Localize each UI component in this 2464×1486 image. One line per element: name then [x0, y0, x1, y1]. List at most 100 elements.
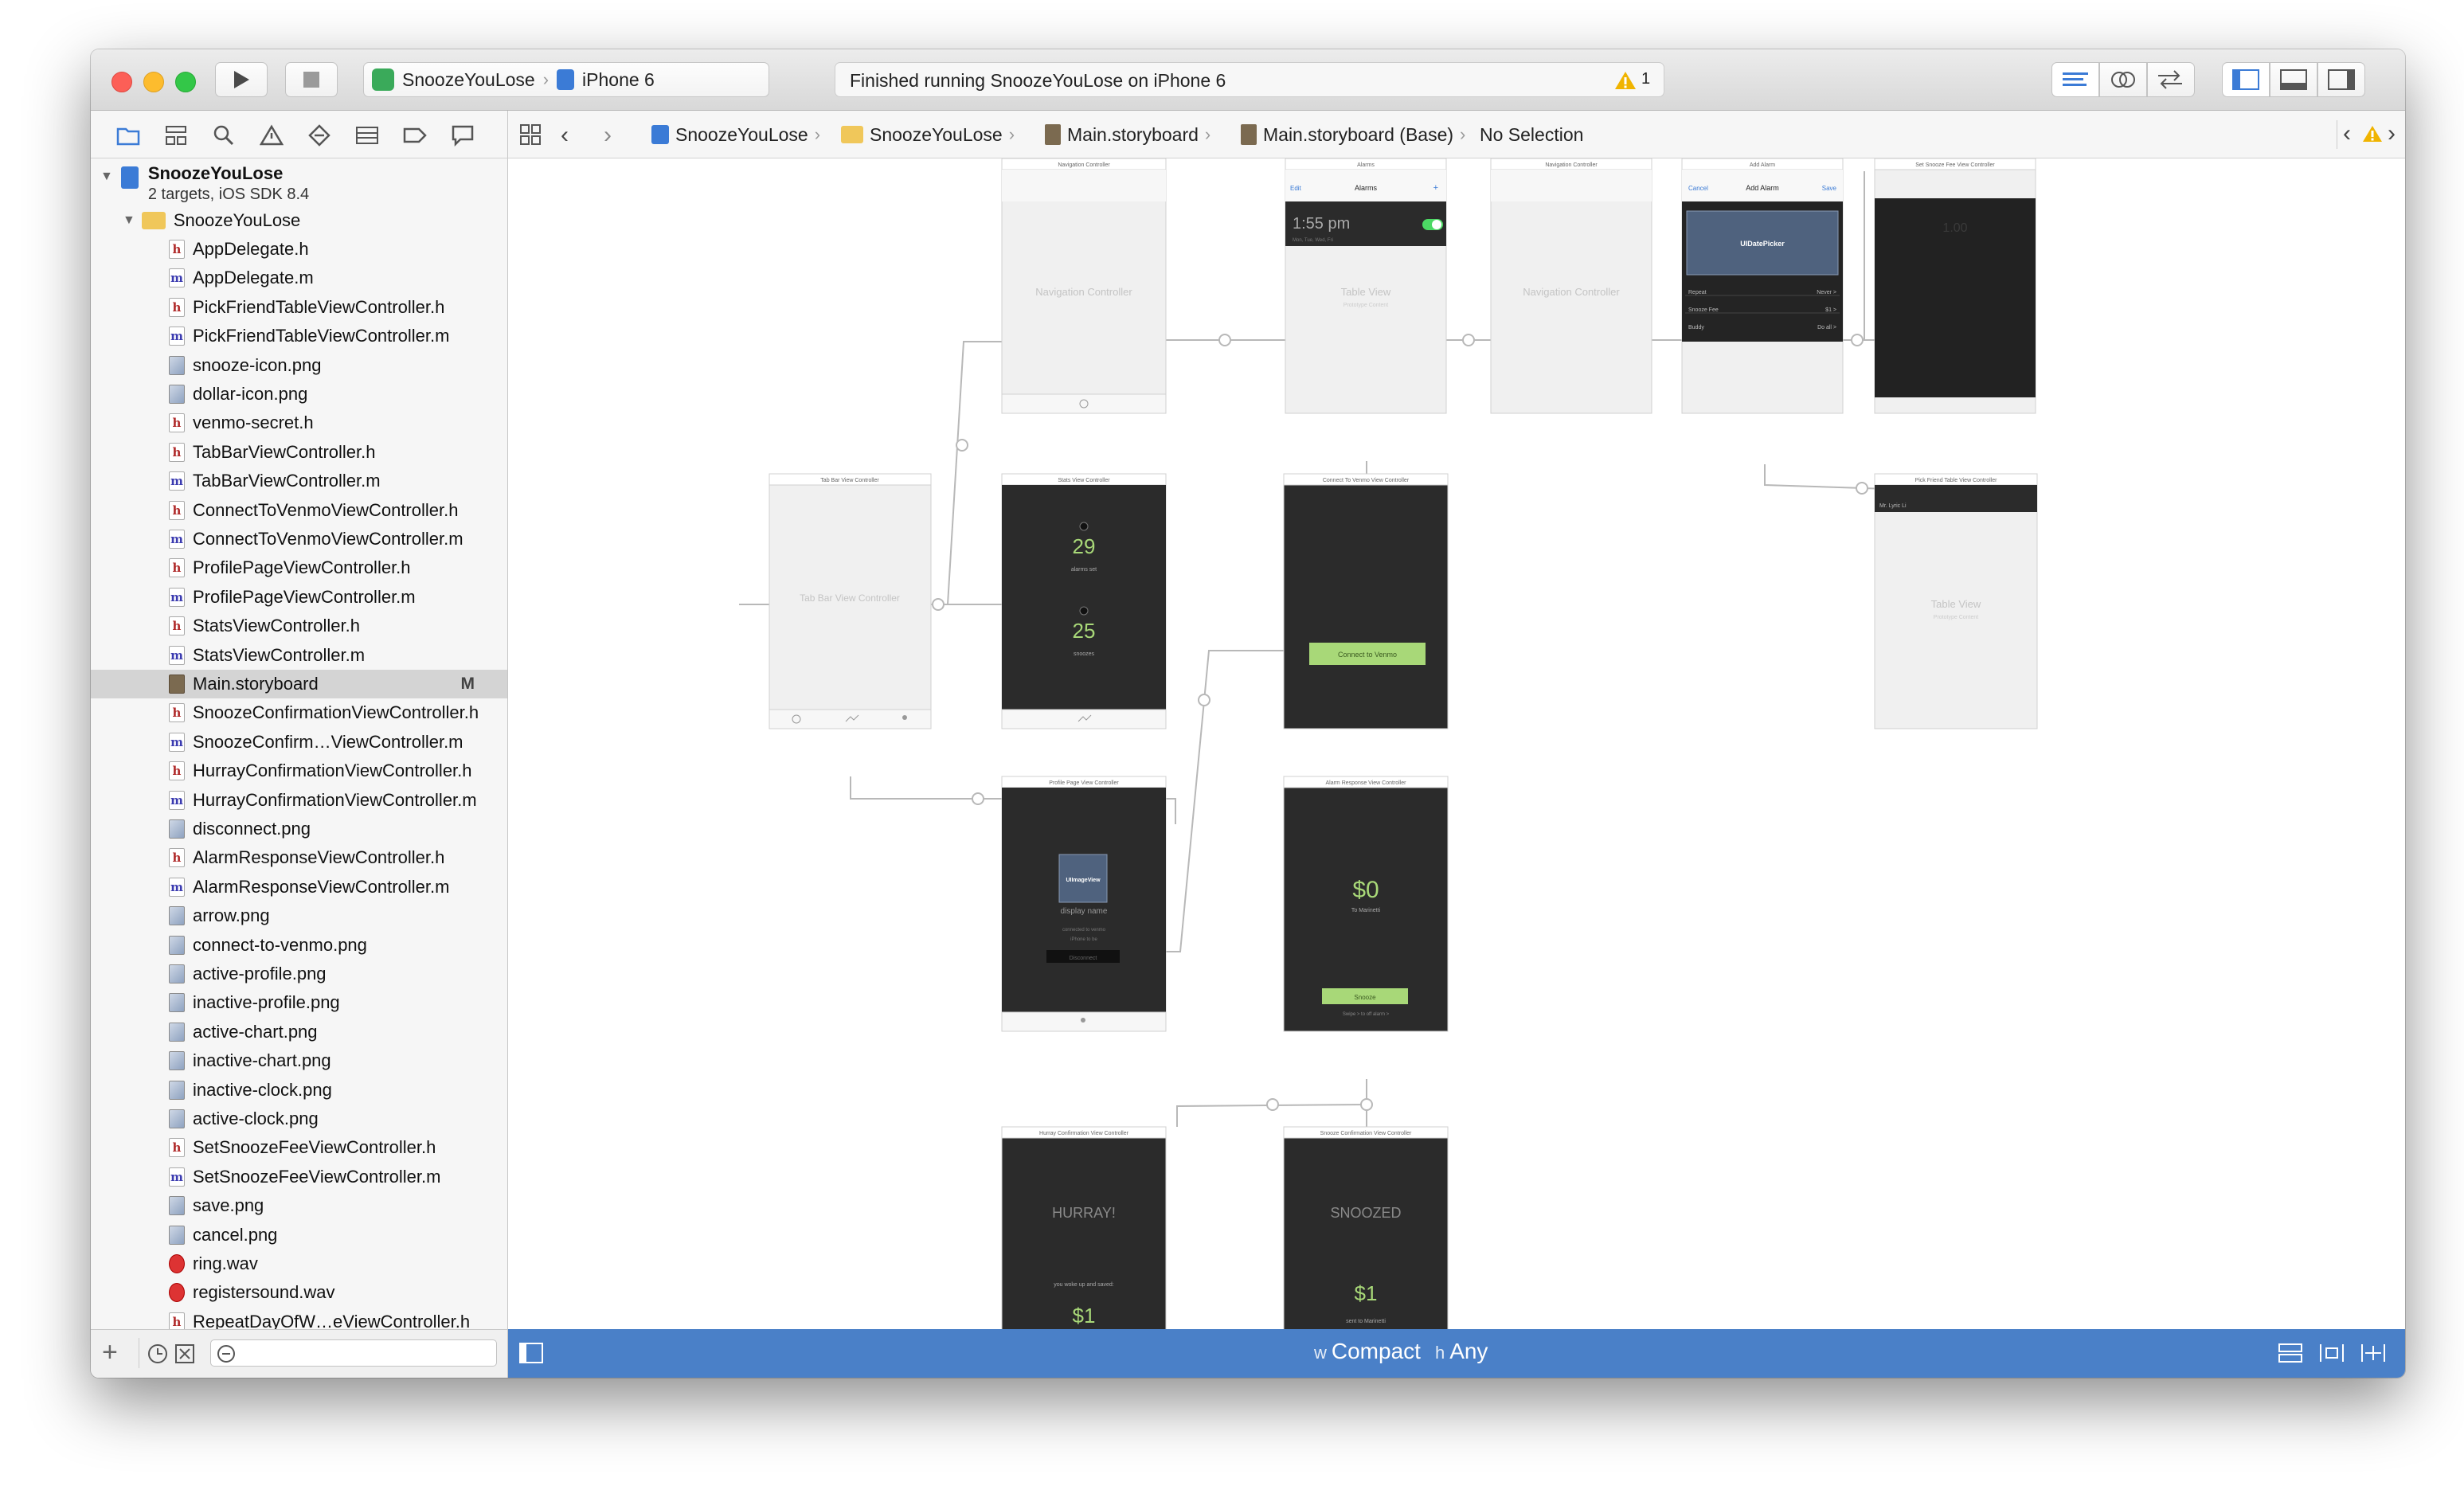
breakpoint-navigator-tab[interactable] — [401, 123, 428, 147]
scene-set-snooze-fee: Set Snooze Fee View Controller 1.00 — [1874, 158, 2036, 414]
file-row[interactable]: cancel.png — [91, 1221, 507, 1249]
toggle-utilities-button[interactable] — [2317, 62, 2365, 97]
image-file-icon — [169, 906, 185, 926]
filter-input[interactable] — [210, 1339, 497, 1367]
debug-navigator-tab[interactable] — [354, 123, 381, 147]
file-row[interactable]: Main.storyboard M — [91, 670, 507, 698]
file-row[interactable]: h TabBarViewController.h — [91, 438, 507, 467]
file-row-content: m SetSnoozeFeeViewController.m — [169, 1167, 440, 1187]
file-row[interactable]: m AlarmResponseViewController.m — [91, 873, 507, 901]
file-row[interactable]: h PickFriendTableViewController.h — [91, 293, 507, 322]
previous-issue-icon[interactable]: ‹ — [2343, 120, 2351, 147]
close-window-button[interactable] — [111, 72, 132, 92]
file-row[interactable]: registersound.wav — [91, 1278, 507, 1307]
file-row[interactable]: h AlarmResponseViewController.h — [91, 843, 507, 872]
project-navigator-tab[interactable] — [115, 123, 142, 147]
file-row[interactable]: arrow.png — [91, 901, 507, 930]
toggle-navigator-button[interactable] — [2222, 62, 2270, 97]
scene-pick-friend: Pick Friend Table View Controller Mr. Ly… — [1874, 473, 2038, 729]
stack-icon[interactable] — [2278, 1343, 2303, 1363]
file-row[interactable]: m ProfilePageViewController.m — [91, 583, 507, 612]
file-row-content: m TabBarViewController.m — [169, 471, 381, 491]
file-row[interactable]: active-clock.png — [91, 1105, 507, 1133]
file-row[interactable]: active-profile.png — [91, 960, 507, 988]
file-row[interactable]: h HurrayConfirmationViewController.h — [91, 757, 507, 785]
file-row[interactable]: h SetSnoozeFeeViewController.h — [91, 1133, 507, 1162]
file-name: connect-to-venmo.png — [193, 934, 367, 955]
scheme-target[interactable]: SnoozeYouLose — [402, 69, 535, 91]
related-items-button[interactable] — [519, 123, 542, 151]
file-row[interactable]: h RepeatDayOfW…eViewController.h — [91, 1308, 507, 1329]
file-row[interactable]: dollar-icon.png — [91, 380, 507, 409]
recent-files-clock-icon[interactable] — [147, 1343, 169, 1365]
pin-icon[interactable] — [2360, 1343, 2386, 1363]
breadcrumb-selection[interactable]: No Selection — [1480, 111, 1583, 158]
document-outline-toggle-icon[interactable] — [519, 1343, 543, 1363]
scene-title: Tab Bar View Controller — [820, 478, 879, 483]
source-control-filter-icon[interactable] — [174, 1343, 196, 1365]
file-row[interactable]: inactive-clock.png — [91, 1076, 507, 1105]
disclosure-triangle-icon[interactable]: ▼ — [100, 170, 113, 184]
file-name: PickFriendTableViewController.h — [193, 296, 445, 317]
file-row[interactable]: m TabBarViewController.m — [91, 467, 507, 495]
file-row[interactable]: inactive-chart.png — [91, 1046, 507, 1075]
file-row[interactable]: m SetSnoozeFeeViewController.m — [91, 1163, 507, 1191]
breadcrumb-storyboard[interactable]: Main.storyboard › — [1045, 111, 1210, 158]
toggle-debug-area-button[interactable] — [2270, 62, 2317, 97]
warning-icon[interactable] — [1614, 70, 1637, 91]
file-row[interactable]: m StatsViewController.m — [91, 641, 507, 670]
warning-count[interactable]: 1 — [1641, 70, 1650, 88]
assistant-editor-button[interactable] — [2099, 62, 2147, 97]
scheme-selector[interactable]: SnoozeYouLose › iPhone 6 — [363, 62, 769, 97]
breadcrumb-group[interactable]: SnoozeYouLose › — [841, 111, 1015, 158]
run-button[interactable] — [215, 62, 268, 97]
height-class: Any — [1449, 1339, 1488, 1363]
storyboard-canvas[interactable]: Navigation Controller Navigation Control… — [508, 158, 2405, 1329]
warning-icon[interactable] — [2362, 124, 2383, 143]
file-name: TabBarViewController.m — [193, 471, 381, 491]
align-icon[interactable] — [2319, 1343, 2345, 1363]
standard-editor-button[interactable] — [2051, 62, 2099, 97]
file-row[interactable]: m PickFriendTableViewController.m — [91, 322, 507, 350]
zoom-window-button[interactable] — [175, 72, 196, 92]
file-row[interactable]: save.png — [91, 1191, 507, 1220]
file-row[interactable]: m ConnectToVenmoViewController.m — [91, 525, 507, 553]
file-row[interactable]: connect-to-venmo.png — [91, 931, 507, 960]
file-row[interactable]: h SnoozeConfirmationViewController.h — [91, 698, 507, 727]
breadcrumb-storyboard-base[interactable]: Main.storyboard (Base) › — [1241, 111, 1465, 158]
minimize-window-button[interactable] — [143, 72, 164, 92]
report-navigator-tab[interactable] — [449, 123, 476, 147]
add-icon[interactable]: + — [102, 1336, 118, 1368]
file-row[interactable]: snooze-icon.png — [91, 351, 507, 380]
version-editor-button[interactable] — [2147, 62, 2195, 97]
segue-marker — [1462, 334, 1475, 346]
scheme-device[interactable]: iPhone 6 — [582, 69, 655, 91]
segue-marker — [1218, 334, 1231, 346]
file-row[interactable]: active-chart.png — [91, 1018, 507, 1046]
file-row[interactable]: h ConnectToVenmoViewController.h — [91, 496, 507, 525]
symbol-navigator-tab[interactable] — [162, 123, 190, 147]
file-row[interactable]: h venmo-secret.h — [91, 409, 507, 437]
test-navigator-tab[interactable] — [306, 123, 333, 147]
file-row[interactable]: m AppDelegate.m — [91, 264, 507, 292]
file-row[interactable]: disconnect.png — [91, 815, 507, 843]
file-row[interactable]: h StatsViewController.h — [91, 612, 507, 640]
stop-button[interactable] — [285, 62, 338, 97]
file-row[interactable]: h AppDelegate.h — [91, 235, 507, 264]
file-row[interactable]: m HurrayConfirmationViewController.m — [91, 786, 507, 815]
file-row[interactable]: h ProfilePageViewController.h — [91, 553, 507, 582]
fee-picker-value: 1.00 — [1942, 221, 1967, 235]
size-class-selector[interactable]: w Compact h Any — [1314, 1339, 1488, 1364]
project-row[interactable]: ▼ SnoozeYouLose 2 targets, iOS SDK 8.4 — [91, 160, 507, 203]
file-row[interactable]: inactive-profile.png — [91, 988, 507, 1017]
group-row[interactable]: ▼ SnoozeYouLose — [91, 206, 507, 235]
disclosure-triangle-icon[interactable]: ▼ — [123, 213, 135, 228]
breadcrumb-project[interactable]: SnoozeYouLose › — [651, 111, 820, 158]
file-row[interactable]: m SnoozeConfirm…ViewController.m — [91, 728, 507, 757]
next-issue-icon[interactable]: › — [2388, 120, 2396, 147]
forward-arrow-icon[interactable]: › — [604, 122, 612, 149]
find-navigator-tab[interactable] — [210, 123, 237, 147]
back-arrow-icon[interactable]: ‹ — [561, 122, 569, 149]
file-row[interactable]: ring.wav — [91, 1249, 507, 1278]
issue-navigator-tab[interactable] — [258, 123, 285, 147]
